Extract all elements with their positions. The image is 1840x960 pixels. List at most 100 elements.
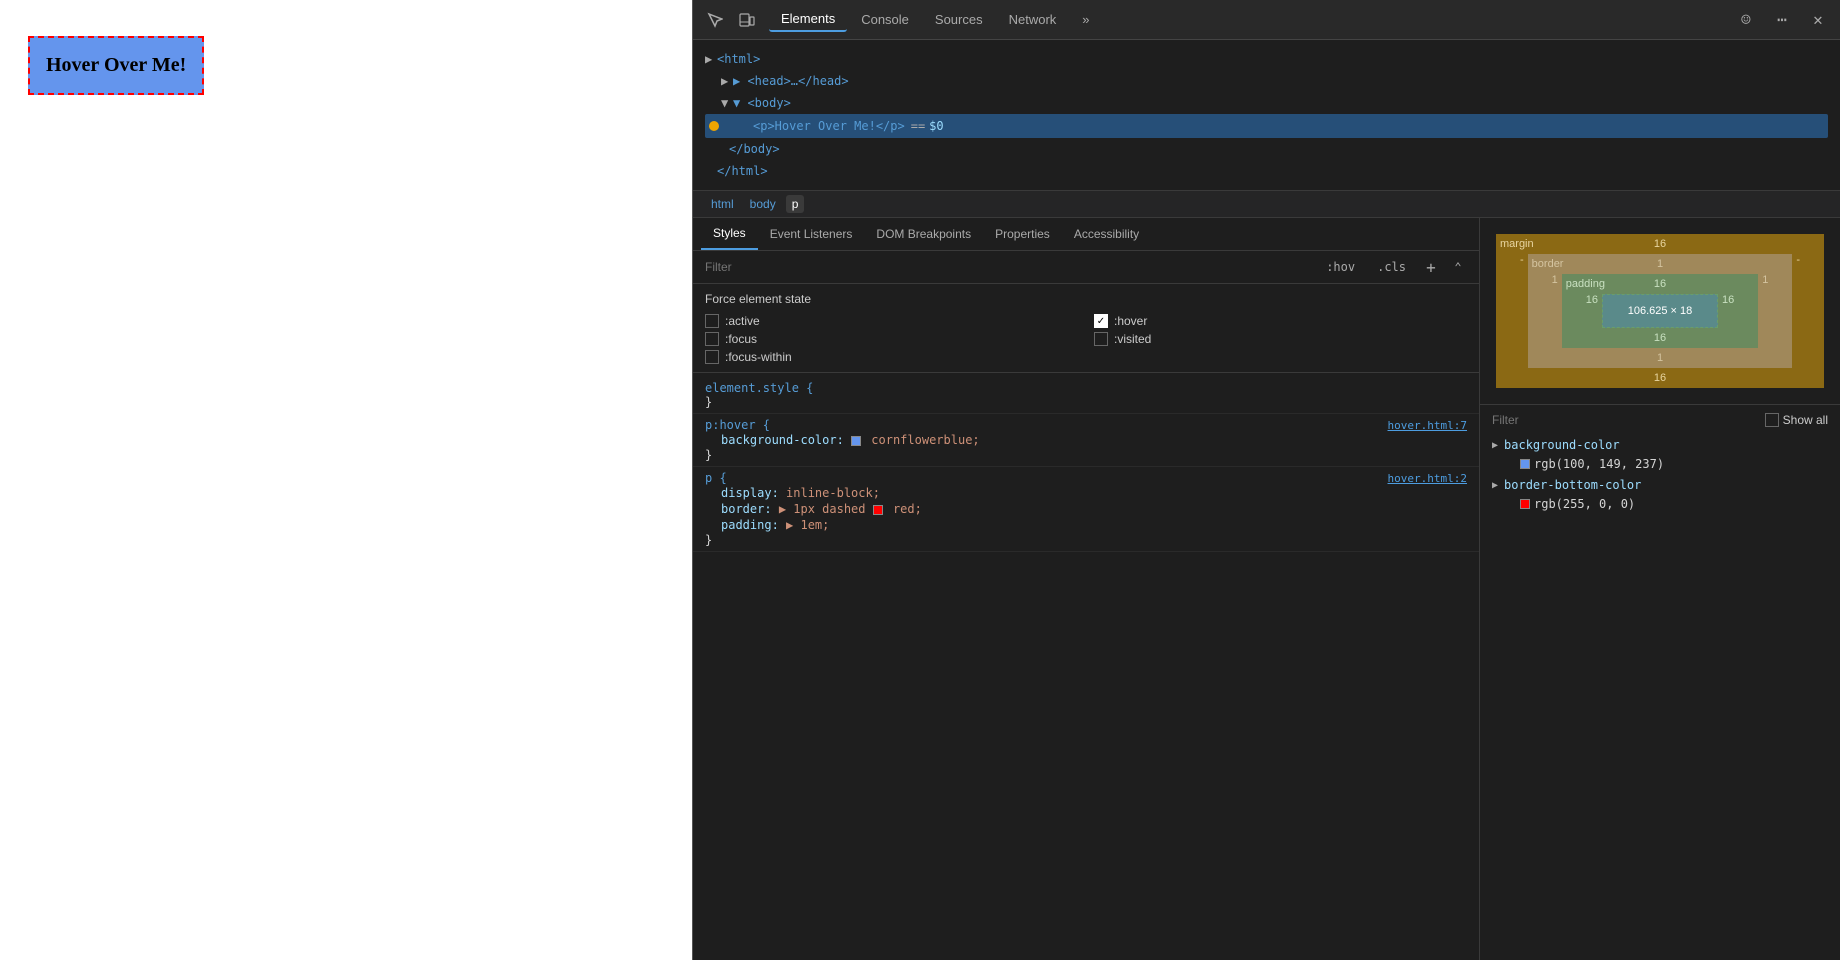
state-visited: :visited	[1094, 332, 1467, 346]
tab-elements[interactable]: Elements	[769, 7, 847, 32]
tab-console[interactable]: Console	[849, 8, 921, 31]
dom-head-line[interactable]: ▶ ▶ <head>…</head>	[705, 70, 1828, 92]
device-icon[interactable]	[733, 6, 761, 34]
tab-sources[interactable]: Sources	[923, 8, 995, 31]
show-all-label[interactable]: Show all	[1765, 413, 1828, 427]
computed-border-bottom-color[interactable]: ▶ border-bottom-color	[1492, 475, 1828, 495]
hover-checkbox[interactable]	[1094, 314, 1108, 328]
dom-html-line[interactable]: ▶ <html>	[705, 48, 1828, 70]
border-bottom-color-name: border-bottom-color	[1504, 478, 1641, 492]
show-all-text: Show all	[1783, 413, 1828, 427]
expand-icon[interactable]: ⌃	[1449, 258, 1467, 276]
tab-network[interactable]: Network	[997, 8, 1069, 31]
subtab-accessibility[interactable]: Accessibility	[1062, 219, 1151, 249]
border-box: border 1 1 1 padding 16 16	[1528, 254, 1793, 368]
border-left-value[interactable]: 1	[1548, 274, 1562, 348]
computed-filter-input[interactable]	[1492, 413, 1757, 427]
bg-color-computed-swatch[interactable]	[1520, 459, 1530, 469]
margin-top-value[interactable]: 16	[1654, 238, 1666, 250]
subtab-event-listeners[interactable]: Event Listeners	[758, 219, 865, 249]
html-tag: <html>	[717, 49, 760, 69]
border-bottom-value[interactable]: 1	[1657, 352, 1663, 364]
padding-prop[interactable]: padding: ▶ 1em;	[705, 517, 1467, 533]
border-prop[interactable]: border: ▶ 1px dashed red;	[705, 501, 1467, 517]
filter-input[interactable]	[705, 260, 1311, 274]
dollar-var: $0	[929, 116, 943, 136]
visited-checkbox[interactable]	[1094, 332, 1108, 346]
state-hover: :hover	[1094, 314, 1467, 328]
padding-bottom-value[interactable]: 16	[1654, 332, 1666, 344]
feedback-icon[interactable]: ☺	[1732, 6, 1760, 34]
force-element-state-section: Force element state :active :hover :focu…	[693, 284, 1479, 373]
inspect-icon[interactable]	[701, 6, 729, 34]
subtab-properties[interactable]: Properties	[983, 219, 1062, 249]
border-right-value[interactable]: 1	[1758, 274, 1772, 348]
state-focus: :focus	[705, 332, 1078, 346]
tab-more[interactable]: »	[1070, 8, 1101, 31]
focus-within-checkbox[interactable]	[705, 350, 719, 364]
head-expand-icon[interactable]: ▶	[721, 71, 733, 91]
html-close-tag: </html>	[717, 161, 768, 181]
state-focus-within: :focus-within	[705, 350, 1078, 364]
dom-p-line[interactable]: <p>Hover Over Me!</p> == $0	[705, 114, 1828, 138]
html-expand-icon[interactable]: ▶	[705, 49, 717, 69]
padding-box: padding 16 16 16 106.625 × 18	[1562, 274, 1758, 348]
devtools-main-tabs: Elements Console Sources Network »	[769, 7, 1728, 32]
content-box[interactable]: 106.625 × 18	[1602, 294, 1718, 328]
subtab-dom-breakpoints[interactable]: DOM Breakpoints	[864, 219, 983, 249]
margin-bottom-value[interactable]: 16	[1654, 372, 1666, 384]
more-options-icon[interactable]: ⋯	[1768, 6, 1796, 34]
hover-element[interactable]: Hover Over Me!	[28, 36, 204, 95]
margin-left-value[interactable]: -	[1516, 254, 1528, 368]
cls-filter-button[interactable]: .cls	[1370, 257, 1413, 277]
css-rule-p-hover: p:hover { hover.html:7 background-color:…	[693, 414, 1479, 467]
border-color-swatch[interactable]	[873, 505, 883, 515]
border-top-value[interactable]: 1	[1657, 258, 1663, 270]
styles-left-panel: Styles Event Listeners DOM Breakpoints P…	[693, 218, 1480, 960]
margin-label: margin	[1500, 238, 1534, 250]
element-style-selector[interactable]: element.style {	[705, 381, 1467, 395]
head-tag: ▶ <head>…</head>	[733, 71, 849, 91]
breadcrumb-html[interactable]: html	[705, 195, 740, 213]
bg-color-expand-icon[interactable]: ▶	[1492, 440, 1498, 451]
close-devtools-button[interactable]: ✕	[1804, 6, 1832, 34]
border-label: border	[1532, 258, 1564, 270]
computed-filter-bar: Show all	[1492, 413, 1828, 427]
dom-tree: ▶ <html> ▶ ▶ <head>…</head> ▼ ▼ <body> <…	[693, 40, 1840, 191]
visited-label: :visited	[1114, 332, 1151, 346]
webpage-preview: Hover Over Me!	[0, 0, 693, 960]
display-prop[interactable]: display: inline-block;	[705, 485, 1467, 501]
bg-color-swatch[interactable]	[851, 436, 861, 446]
subtab-styles[interactable]: Styles	[701, 218, 758, 250]
p-tag: <p>Hover Over Me!</p>	[753, 116, 905, 136]
border-bottom-color-expand-icon[interactable]: ▶	[1492, 480, 1498, 491]
breadcrumb-p[interactable]: p	[786, 195, 805, 213]
border-bottom-color-computed-swatch[interactable]	[1520, 499, 1530, 509]
body-expand-icon[interactable]: ▼	[721, 93, 733, 113]
focus-label: :focus	[725, 332, 757, 346]
p-hover-selector[interactable]: p:hover { hover.html:7	[705, 418, 1467, 432]
p-source[interactable]: hover.html:2	[1388, 472, 1467, 485]
margin-right-value[interactable]: -	[1792, 254, 1804, 368]
dom-body-line[interactable]: ▼ ▼ <body>	[705, 92, 1828, 114]
padding-top-value[interactable]: 16	[1654, 278, 1666, 290]
hov-filter-button[interactable]: :hov	[1319, 257, 1362, 277]
styles-right-panel: margin 16 16 - border 1 1 1	[1480, 218, 1840, 960]
computed-bg-color[interactable]: ▶ background-color	[1492, 435, 1828, 455]
css-rules: element.style { } p:hover { hover.html:7…	[693, 373, 1479, 960]
breadcrumb: html body p	[693, 191, 1840, 218]
focus-checkbox[interactable]	[705, 332, 719, 346]
padding-right-value[interactable]: 16	[1718, 294, 1738, 328]
css-rule-element-style: element.style { }	[693, 377, 1479, 414]
background-color-prop[interactable]: background-color: cornflowerblue;	[705, 432, 1467, 448]
dom-breakpoint-dot	[709, 121, 719, 131]
equals-sign: ==	[911, 116, 925, 136]
p-hover-source[interactable]: hover.html:7	[1388, 419, 1467, 432]
p-selector[interactable]: p { hover.html:2	[705, 471, 1467, 485]
border-bottom-color-computed-value: rgb(255, 0, 0)	[1534, 497, 1635, 511]
active-checkbox[interactable]	[705, 314, 719, 328]
padding-left-value[interactable]: 16	[1582, 294, 1602, 328]
add-style-rule-button[interactable]: +	[1421, 257, 1441, 277]
show-all-checkbox[interactable]	[1765, 413, 1779, 427]
breadcrumb-body[interactable]: body	[744, 195, 782, 213]
